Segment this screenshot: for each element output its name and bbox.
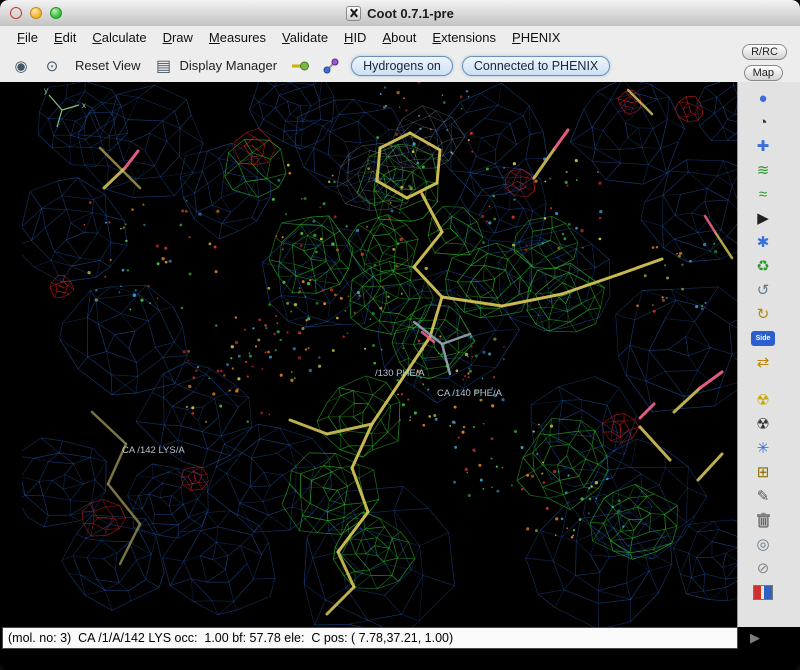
refine-zone-icon[interactable]: ≋ [751,158,775,182]
rrc-button[interactable]: R/RC [742,44,787,60]
rotamer-recycle-icon[interactable]: ♻ [751,254,775,278]
residue-label: /130 PHE/A [375,368,425,379]
status-bar: (mol. no: 3) CA /1/A/142 LYS occ: 1.00 b… [2,627,738,649]
menu-calculate[interactable]: Calculate [85,28,153,47]
menu-phenix[interactable]: PHENIX [505,28,567,47]
phenix-connection-button[interactable]: Connected to PHENIX [462,56,610,76]
titlebar[interactable]: Coot 0.7.1-pre [0,0,800,27]
blue-asterisk-icon[interactable]: ✳ [751,436,775,460]
menu-file[interactable]: File [10,28,45,47]
flag-graphic [753,585,773,600]
menu-hid[interactable]: HID [337,28,373,47]
map-button[interactable]: Map [744,65,783,81]
status-play-icon[interactable]: ▶ [742,627,800,649]
zoom-button[interactable] [50,7,62,19]
display-manager-button[interactable]: Display Manager [177,57,281,74]
go-to-atom-icon[interactable] [289,55,311,77]
menubar: FileEditCalculateDrawMeasuresValidateHID… [0,26,800,49]
radiation-yellow-icon[interactable]: ☢ [751,388,775,412]
reset-view-button[interactable]: Reset View [72,57,144,74]
status-text: (mol. no: 3) CA /1/A/142 LYS occ: 1.00 b… [8,631,453,645]
x11-app-icon [346,6,361,21]
main-area: y x/130 PHE/A CA /140 PHE/A CA /142 LYS/A ●… [0,82,800,627]
gl-canvas-area[interactable]: y x/130 PHE/A CA /140 PHE/A CA /142 LYS/A [22,82,737,627]
side-chip-label: Side [751,331,775,346]
rotate-gold-icon[interactable]: ↻ [751,302,775,326]
color-flag-icon[interactable] [751,580,775,604]
play-icon[interactable]: ▶ [751,206,775,230]
centre-atom-icon[interactable]: ⊙ [41,55,63,77]
regularize-zone-icon[interactable]: ≈ [751,182,775,206]
residue-label: CA /142 LYS/A [122,445,185,456]
move-cross-icon[interactable]: ✚ [751,134,775,158]
menu-about[interactable]: About [375,28,423,47]
rotate-left-icon[interactable]: ↺ [751,278,775,302]
hydrogens-toggle-button[interactable]: Hydrogens on [351,56,453,76]
menu-measures[interactable]: Measures [202,28,273,47]
window-controls [10,7,62,19]
radiation-dark-icon[interactable]: ☢ [751,412,775,436]
side-chain-flip-icon[interactable]: Side [751,326,775,350]
title-area: Coot 0.7.1-pre [0,0,800,26]
atom-star-icon[interactable]: ✱ [751,230,775,254]
clock-icon[interactable]: ◔ [751,110,775,134]
menu-edit[interactable]: Edit [47,28,83,47]
swap-icon[interactable]: ⇄ [751,350,775,374]
minimize-button[interactable] [30,7,42,19]
toolbar-separator [751,374,775,388]
coot-window: Coot 0.7.1-pre FileEditCalculateDrawMeas… [0,0,800,670]
display-manager-icon[interactable]: ▤ [153,55,175,77]
gl-viewport[interactable]: y x/130 PHE/A CA /140 PHE/A CA /142 LYS/A [22,82,737,627]
trash-icon[interactable] [751,508,775,532]
menu-validate[interactable]: Validate [275,28,335,47]
axis-label: y [44,86,48,95]
go-to-ligand-icon[interactable] [320,55,342,77]
axis-label: x [82,101,86,110]
window-title: Coot 0.7.1-pre [367,6,454,21]
add-box-icon[interactable]: ⊞ [751,460,775,484]
disc-icon[interactable]: ◎ [751,532,775,556]
globe-sphere-icon[interactable]: ● [751,86,775,110]
menu-draw[interactable]: Draw [156,28,200,47]
toolbar: ◉ ⊙ Reset View ▤ Display Manager Hydroge… [0,49,800,82]
model-fit-refine-toolbar: ●◔✚≋≈▶✱♻↺↻Side⇄☢☢✳⊞✎◎⊘ [737,82,800,627]
residue-label: CA /140 PHE/A [437,388,503,399]
menu-extensions[interactable]: Extensions [425,28,503,47]
pencil-icon[interactable]: ✎ [751,484,775,508]
close-button[interactable] [10,7,22,19]
recentre-view-icon[interactable]: ◉ [10,55,32,77]
prohibit-icon[interactable]: ⊘ [751,556,775,580]
